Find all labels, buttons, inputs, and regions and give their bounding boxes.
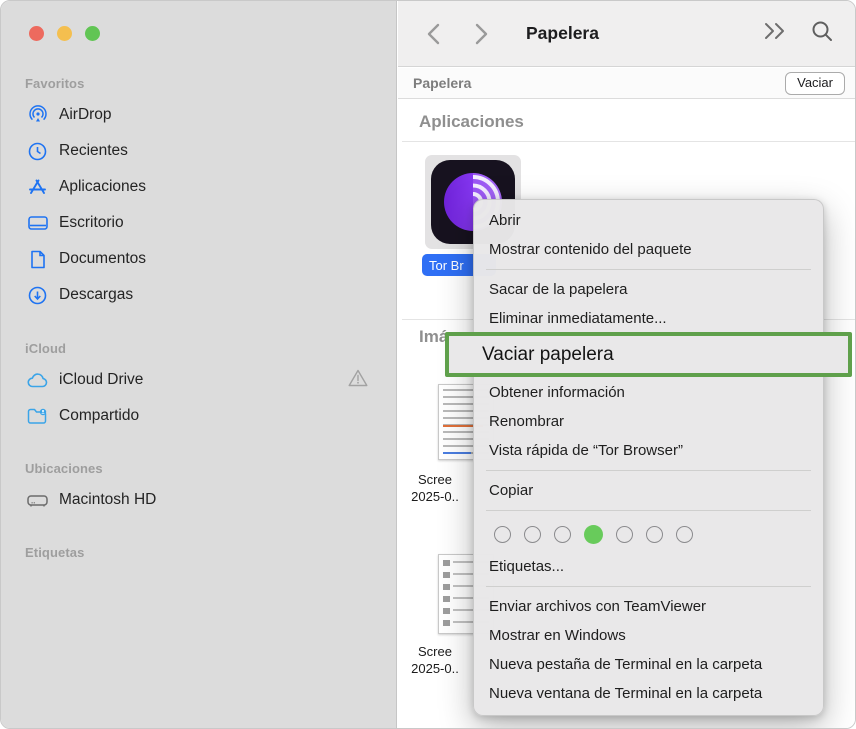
tag-dot-7[interactable] xyxy=(676,526,693,543)
shared-folder-icon xyxy=(27,406,48,427)
back-button[interactable] xyxy=(418,19,448,49)
sidebar-item-label: Aplicaciones xyxy=(59,178,146,196)
cloud-icon xyxy=(27,370,48,391)
sidebar-item-macintosh-hd[interactable]: Macintosh HD xyxy=(17,482,396,518)
tag-color-row xyxy=(474,516,823,552)
desktop-icon xyxy=(27,213,48,234)
tag-dot-2[interactable] xyxy=(524,526,541,543)
file-name-caption: Scree 2025-0.. xyxy=(398,643,472,677)
sidebar-item-documentos[interactable]: Documentos xyxy=(17,241,396,277)
sidebar-section-favoritos: Favoritos xyxy=(1,76,396,97)
sidebar-item-escritorio[interactable]: Escritorio xyxy=(17,205,396,241)
menu-item-mostrar-windows[interactable]: Mostrar en Windows xyxy=(474,621,823,650)
forward-button[interactable] xyxy=(466,19,496,49)
close-window-button[interactable] xyxy=(29,26,44,41)
section-header-aplicaciones: Aplicaciones xyxy=(419,112,524,132)
sidebar-item-label: Macintosh HD xyxy=(59,491,156,509)
menu-item-vista-rapida[interactable]: Vista rápida de “Tor Browser” xyxy=(474,436,823,465)
sidebar-item-label: Descargas xyxy=(59,286,133,304)
trash-status-bar: Papelera Vaciar xyxy=(398,68,855,99)
sidebar-item-label: Recientes xyxy=(59,142,128,160)
sidebar-item-label: AirDrop xyxy=(59,106,112,124)
menu-separator xyxy=(486,586,811,587)
sidebar-item-icloud-drive[interactable]: iCloud Drive xyxy=(17,362,396,398)
tag-dot-green-selected[interactable] xyxy=(584,525,603,544)
menu-separator xyxy=(486,269,811,270)
sidebar-section-ubicaciones: Ubicaciones xyxy=(1,461,396,482)
context-menu: Abrir Mostrar contenido del paquete Saca… xyxy=(473,199,824,716)
menu-item-vaciar-papelera[interactable]: Vaciar papelera xyxy=(449,344,614,366)
sidebar: Favoritos AirDrop xyxy=(1,1,397,729)
sidebar-item-label: Documentos xyxy=(59,250,146,268)
sidebar-item-label: Compartido xyxy=(59,407,139,425)
menu-item-obtener-informacion[interactable]: Obtener información xyxy=(474,378,823,407)
warning-icon xyxy=(348,369,368,392)
menu-item-eliminar-inmediatamente[interactable]: Eliminar inmediatamente... xyxy=(474,304,823,333)
menu-item-etiquetas[interactable]: Etiquetas... xyxy=(474,552,823,581)
thumbnail-content xyxy=(443,560,450,628)
airdrop-icon xyxy=(27,105,48,126)
menu-item-sacar-papelera[interactable]: Sacar de la papelera xyxy=(474,275,823,304)
section-header-imagenes: Imá xyxy=(419,327,448,347)
thumbnail-link-line xyxy=(443,452,471,454)
zoom-window-button[interactable] xyxy=(85,26,100,41)
sidebar-item-recientes[interactable]: Recientes xyxy=(17,133,396,169)
harddrive-icon xyxy=(27,490,48,511)
menu-item-copiar[interactable]: Copiar xyxy=(474,476,823,505)
annotation-highlight-box: Vaciar papelera xyxy=(445,332,852,377)
minimize-window-button[interactable] xyxy=(57,26,72,41)
tag-dot-1[interactable] xyxy=(494,526,511,543)
menu-item-abrir[interactable]: Abrir xyxy=(474,206,823,235)
appstore-icon xyxy=(27,177,48,198)
menu-item-terminal-ventana[interactable]: Nueva ventana de Terminal en la carpeta xyxy=(474,679,823,708)
sidebar-item-label: Escritorio xyxy=(59,214,124,232)
sidebar-item-compartido[interactable]: Compartido xyxy=(17,398,396,434)
document-icon xyxy=(27,249,48,270)
tag-dot-6[interactable] xyxy=(646,526,663,543)
clock-icon xyxy=(27,141,48,162)
sidebar-item-label: iCloud Drive xyxy=(59,371,143,389)
section-divider xyxy=(402,141,855,142)
menu-item-renombrar[interactable]: Renombrar xyxy=(474,407,823,436)
sidebar-item-descargas[interactable]: Descargas xyxy=(17,277,396,313)
download-icon xyxy=(27,285,48,306)
tag-dot-3[interactable] xyxy=(554,526,571,543)
tag-dot-5[interactable] xyxy=(616,526,633,543)
empty-trash-button[interactable]: Vaciar xyxy=(785,72,845,95)
more-toolbar-items-icon[interactable] xyxy=(763,22,789,45)
menu-separator xyxy=(486,470,811,471)
window-title: Papelera xyxy=(526,23,599,44)
toolbar: Papelera xyxy=(398,1,855,67)
menu-item-terminal-pestana[interactable]: Nueva pestaña de Terminal en la carpeta xyxy=(474,650,823,679)
sidebar-item-aplicaciones[interactable]: Aplicaciones xyxy=(17,169,396,205)
menu-item-teamviewer[interactable]: Enviar archivos con TeamViewer xyxy=(474,592,823,621)
file-name-caption: Scree 2025-0.. xyxy=(398,471,472,505)
menu-separator xyxy=(486,510,811,511)
finder-window: Favoritos AirDrop xyxy=(0,0,856,729)
sidebar-section-etiquetas: Etiquetas xyxy=(1,545,396,566)
sidebar-item-airdrop[interactable]: AirDrop xyxy=(17,97,396,133)
trash-title: Papelera xyxy=(413,75,471,91)
menu-item-mostrar-contenido[interactable]: Mostrar contenido del paquete xyxy=(474,235,823,264)
sidebar-section-icloud: iCloud xyxy=(1,341,396,362)
search-icon[interactable] xyxy=(811,20,833,47)
